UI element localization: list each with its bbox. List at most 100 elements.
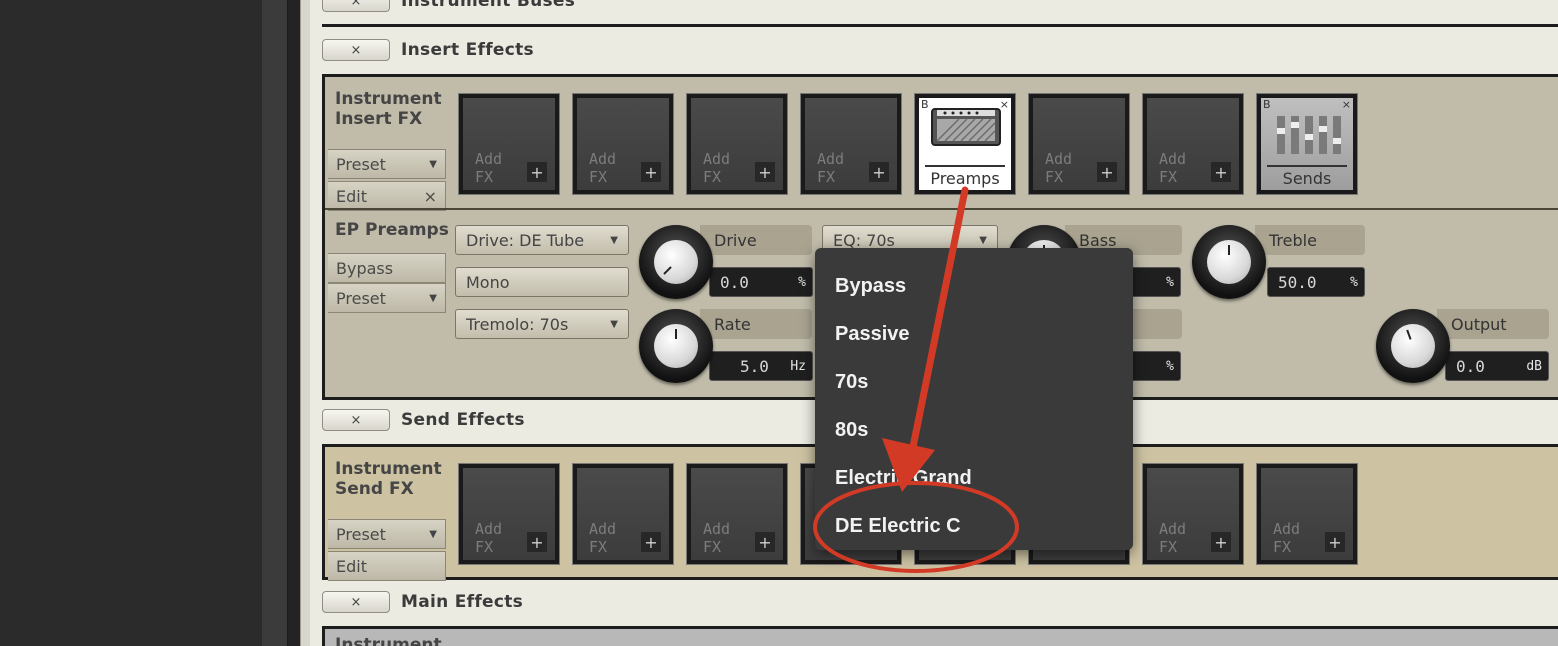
insert-edit-button[interactable]: Edit ×: [328, 181, 446, 211]
menu-item-passive[interactable]: Passive: [815, 310, 1133, 358]
fx-slot-2[interactable]: Add FX +: [572, 93, 674, 195]
bypass-icon[interactable]: B: [921, 98, 929, 111]
menu-item-de-electric-c[interactable]: DE Electric C: [815, 502, 1133, 550]
chevron-down-icon: ▼: [610, 318, 618, 330]
panel-label: Instrument Send FX: [335, 459, 442, 499]
add-fx-label: Add FX: [475, 520, 503, 556]
close-icon: ×: [350, 0, 362, 9]
add-fx-label: Add FX: [1159, 150, 1187, 186]
treble-value[interactable]: 50.0%: [1267, 267, 1365, 297]
section-title: Send Effects: [401, 410, 525, 430]
instrument-buses-header: × Instrument Buses: [322, 0, 575, 16]
chevron-down-icon: ▼: [979, 234, 987, 246]
close-icon: ×: [350, 594, 362, 610]
chevron-down-icon: ▼: [610, 234, 618, 246]
fx-slot-1[interactable]: Add FX +: [458, 93, 560, 195]
menu-item-bypass[interactable]: Bypass: [815, 262, 1133, 310]
add-fx-label: Add FX: [589, 520, 617, 556]
plus-icon[interactable]: +: [527, 532, 547, 552]
ep-preamps-title: EP Preamps: [335, 220, 449, 240]
plus-icon[interactable]: +: [1325, 532, 1345, 552]
add-fx-label: Add FX: [1273, 520, 1301, 556]
tremolo-dropdown[interactable]: Tremolo: 70s ▼: [455, 309, 629, 339]
plus-icon[interactable]: +: [1211, 532, 1231, 552]
panel-divider: [325, 208, 1558, 210]
output-label: Output: [1437, 309, 1549, 339]
panel-label: Instrument Insert FX: [335, 89, 442, 129]
close-icon: ×: [350, 412, 362, 428]
host-sidebar: [0, 0, 262, 646]
fx-slot-sends[interactable]: B × Sends: [1256, 93, 1358, 195]
mono-button[interactable]: Mono: [455, 267, 629, 297]
add-fx-label: Add FX: [817, 150, 845, 186]
chevron-down-icon: ▼: [429, 528, 437, 540]
add-fx-label: Add FX: [703, 520, 731, 556]
plus-icon[interactable]: +: [527, 162, 547, 182]
insert-effects-header: × Insert Effects: [322, 35, 534, 65]
insert-effects-toggle-button[interactable]: ×: [322, 39, 390, 61]
output-knob[interactable]: [1376, 309, 1450, 383]
fx-slot-3[interactable]: Add FX +: [686, 93, 788, 195]
send-slot-1[interactable]: Add FX +: [458, 463, 560, 565]
menu-item-70s[interactable]: 70s: [815, 358, 1133, 406]
drive-value[interactable]: 0.0%: [709, 267, 813, 297]
plus-icon[interactable]: +: [641, 162, 661, 182]
plus-icon[interactable]: +: [1097, 162, 1117, 182]
host-scrollbar[interactable]: [262, 0, 288, 646]
chevron-down-icon: ▼: [429, 158, 437, 170]
close-icon: ×: [423, 186, 437, 206]
add-fx-label: Add FX: [1045, 150, 1073, 186]
section-title: Main Effects: [401, 592, 524, 612]
drive-type-dropdown[interactable]: Drive: DE Tube ▼: [455, 225, 629, 255]
plus-icon[interactable]: +: [755, 162, 775, 182]
fx-slot-6[interactable]: Add FX +: [1028, 93, 1130, 195]
insert-preset-button[interactable]: Preset ▼: [328, 149, 446, 179]
menu-item-electric-grand[interactable]: Electric Grand: [815, 454, 1133, 502]
output-value[interactable]: 0.0 dB: [1445, 351, 1549, 381]
add-fx-label: Add FX: [475, 150, 503, 186]
eq-dropdown-menu: Bypass Passive 70s 80s Electric Grand DE…: [815, 248, 1133, 550]
send-effects-toggle-button[interactable]: ×: [322, 409, 390, 431]
ep-bypass-button[interactable]: Bypass: [328, 253, 446, 283]
send-slot-3[interactable]: Add FX +: [686, 463, 788, 565]
plus-icon[interactable]: +: [641, 532, 661, 552]
send-edit-button[interactable]: Edit: [328, 551, 446, 581]
preamps-label: Preamps: [925, 165, 1005, 188]
fx-slot-preamps[interactable]: B × Preamps: [914, 93, 1016, 195]
plus-icon[interactable]: +: [755, 532, 775, 552]
send-slot-8[interactable]: Add FX +: [1256, 463, 1358, 565]
send-effects-header: × Send Effects: [322, 405, 525, 435]
plus-icon[interactable]: +: [869, 162, 889, 182]
add-fx-label: Add FX: [1159, 520, 1187, 556]
rate-value[interactable]: 5.0 Hz: [709, 351, 813, 381]
close-icon: ×: [350, 42, 362, 58]
treble-knob[interactable]: [1192, 225, 1266, 299]
drive-label: Drive: [700, 225, 812, 255]
bypass-icon[interactable]: B: [1263, 98, 1271, 111]
fx-slot-7[interactable]: Add FX +: [1142, 93, 1244, 195]
close-icon[interactable]: ×: [1000, 98, 1009, 111]
section-title: Instrument Buses: [401, 0, 576, 11]
main-effects-header: × Main Effects: [322, 587, 523, 617]
fx-slot-4[interactable]: Add FX +: [800, 93, 902, 195]
panel-label: Instrument: [335, 635, 442, 646]
main-effects-toggle-button[interactable]: ×: [322, 591, 390, 613]
rack-frame: [300, 0, 310, 646]
ep-preset-button[interactable]: Preset ▼: [328, 283, 446, 313]
rate-knob[interactable]: [639, 309, 713, 383]
section-divider: [322, 24, 1558, 27]
treble-label: Treble: [1255, 225, 1365, 255]
send-preset-button[interactable]: Preset ▼: [328, 519, 446, 549]
section-title: Insert Effects: [401, 40, 534, 60]
menu-item-80s[interactable]: 80s: [815, 406, 1133, 454]
drive-knob[interactable]: [639, 225, 713, 299]
sends-label: Sends: [1267, 165, 1347, 188]
amplifier-icon: [931, 108, 1001, 146]
instrument-buses-toggle-button[interactable]: ×: [322, 0, 390, 12]
rate-label: Rate: [700, 309, 812, 339]
send-slot-2[interactable]: Add FX +: [572, 463, 674, 565]
send-slot-7[interactable]: Add FX +: [1142, 463, 1244, 565]
add-fx-label: Add FX: [589, 150, 617, 186]
close-icon[interactable]: ×: [1342, 98, 1351, 111]
plus-icon[interactable]: +: [1211, 162, 1231, 182]
